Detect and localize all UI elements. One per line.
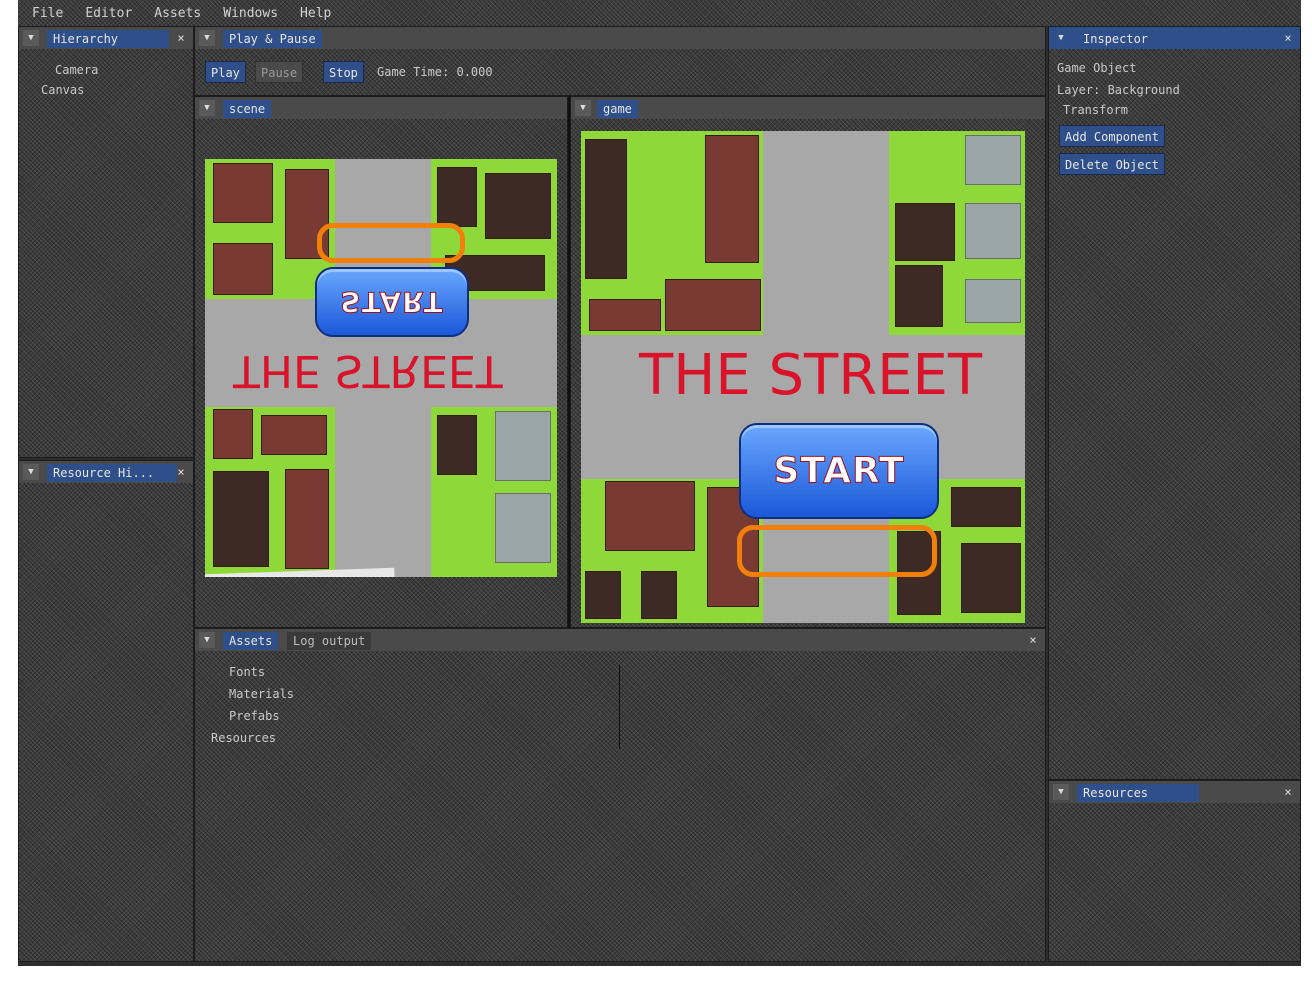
menu-file[interactable]: File	[32, 6, 63, 21]
assets-folder-prefabs[interactable]: Prefabs	[229, 709, 280, 723]
building	[261, 415, 327, 455]
hierarchy-panel: ▼ Hierarchy × Camera Canvas	[18, 26, 194, 458]
building	[213, 409, 253, 459]
pause-button[interactable]: Pause	[255, 61, 304, 83]
collapse-icon[interactable]: ▼	[1053, 784, 1069, 800]
play-pause-tab[interactable]: Play & Pause	[223, 30, 322, 48]
game-start-button: START	[739, 423, 939, 519]
hierarchy-item-camera[interactable]: Camera	[55, 63, 98, 77]
close-icon[interactable]: ×	[1025, 632, 1041, 648]
menu-windows[interactable]: Windows	[223, 6, 278, 21]
scene-street-title: THE STREET	[233, 345, 503, 396]
building	[965, 203, 1021, 259]
collapse-icon[interactable]: ▼	[1053, 30, 1069, 46]
resources-panel: ▼ Resources ×	[1048, 780, 1301, 962]
building	[213, 471, 269, 567]
collapse-icon[interactable]: ▼	[23, 30, 39, 46]
building	[585, 139, 627, 279]
building	[213, 243, 273, 295]
inspector-titlebar: ▼ Inspector ×	[1049, 27, 1300, 49]
menu-assets[interactable]: Assets	[154, 6, 201, 21]
assets-folder-materials[interactable]: Materials	[229, 687, 294, 701]
building	[485, 173, 551, 239]
log-output-tab[interactable]: Log output	[287, 632, 372, 650]
game-titlebar: ▼ game	[571, 97, 1045, 119]
inspector-tab[interactable]: Inspector	[1077, 30, 1155, 48]
delete-object-button[interactable]: Delete Object	[1059, 153, 1165, 175]
scene-viewport[interactable]: START THE STREET	[205, 159, 557, 577]
game-viewport[interactable]: START THE STREET	[581, 131, 1025, 623]
building	[285, 469, 329, 569]
assets-splitter[interactable]	[619, 665, 620, 749]
inspector-game-object: Game Object	[1057, 61, 1137, 75]
collapse-icon[interactable]: ▼	[23, 464, 39, 480]
building	[895, 265, 943, 327]
game-tab[interactable]: game	[597, 100, 638, 118]
resource-hierarchy-panel: ▼ Resource Hi... ×	[18, 460, 194, 962]
scene-start-label: START	[340, 285, 444, 319]
building	[965, 135, 1021, 185]
building	[495, 411, 551, 481]
building	[437, 167, 477, 227]
play-pause-titlebar: ▼ Play & Pause	[195, 27, 1045, 49]
building	[589, 299, 661, 331]
game-start-label: START	[773, 450, 905, 492]
assets-tab[interactable]: Assets	[223, 632, 279, 650]
resources-tab[interactable]: Resources	[1077, 784, 1199, 802]
assets-titlebar: ▼ Assets Log output ×	[195, 629, 1045, 651]
game-time-readout: Game Time: 0.000	[377, 65, 493, 79]
building	[641, 571, 677, 619]
add-component-button[interactable]: Add Component	[1059, 125, 1165, 147]
scene-titlebar: ▼ scene	[195, 97, 567, 119]
game-panel: ▼ game START THE STREET	[570, 96, 1046, 628]
collapse-icon[interactable]: ▼	[575, 100, 591, 116]
inspector-layer[interactable]: Layer: Background	[1057, 83, 1180, 97]
building	[437, 415, 477, 475]
orange-ring	[317, 223, 465, 263]
orange-ring	[737, 525, 937, 577]
collapse-icon[interactable]: ▼	[199, 632, 215, 648]
assets-panel: ▼ Assets Log output × Fonts Materials Pr…	[194, 628, 1046, 962]
scene-start-button: START	[315, 267, 469, 337]
stop-button[interactable]: Stop	[323, 61, 364, 83]
collapse-icon[interactable]: ▼	[199, 100, 215, 116]
building	[585, 571, 621, 619]
building	[605, 481, 695, 551]
game-street-title: THE STREET	[639, 343, 983, 408]
close-icon[interactable]: ×	[173, 30, 189, 46]
resources-titlebar: ▼ Resources ×	[1049, 781, 1300, 803]
scene-tab[interactable]: scene	[223, 100, 272, 118]
building	[961, 543, 1021, 613]
editor-window: File Editor Assets Windows Help ▼ Hierar…	[18, 0, 1301, 966]
building	[705, 135, 759, 263]
building	[213, 163, 273, 223]
menu-help[interactable]: Help	[300, 6, 331, 21]
play-pause-panel: ▼ Play & Pause Play Pause Stop Game Time…	[194, 26, 1046, 96]
assets-folder-fonts[interactable]: Fonts	[229, 665, 265, 679]
hierarchy-item-canvas[interactable]: Canvas	[41, 83, 84, 97]
building	[665, 279, 761, 331]
close-icon[interactable]: ×	[173, 464, 189, 480]
resource-hierarchy-titlebar: ▼ Resource Hi... ×	[19, 461, 193, 483]
building	[895, 203, 955, 261]
collapse-icon[interactable]: ▼	[199, 30, 215, 46]
assets-folder-resources[interactable]: Resources	[211, 731, 276, 745]
play-button[interactable]: Play	[205, 61, 246, 83]
close-icon[interactable]: ×	[1280, 784, 1296, 800]
building	[495, 493, 551, 563]
building	[951, 487, 1021, 527]
close-icon[interactable]: ×	[1280, 30, 1296, 46]
inspector-transform[interactable]: Transform	[1063, 103, 1128, 117]
inspector-panel: ▼ Inspector × Game Object Layer: Backgro…	[1048, 26, 1301, 780]
resource-hierarchy-tab[interactable]: Resource Hi...	[47, 464, 177, 482]
hierarchy-titlebar: ▼ Hierarchy ×	[19, 27, 193, 49]
building	[965, 279, 1021, 323]
menu-editor[interactable]: Editor	[85, 6, 132, 21]
hierarchy-tab[interactable]: Hierarchy	[47, 30, 169, 48]
menu-bar: File Editor Assets Windows Help	[18, 0, 1301, 26]
scene-panel: ▼ scene START THE STREET	[194, 96, 568, 628]
